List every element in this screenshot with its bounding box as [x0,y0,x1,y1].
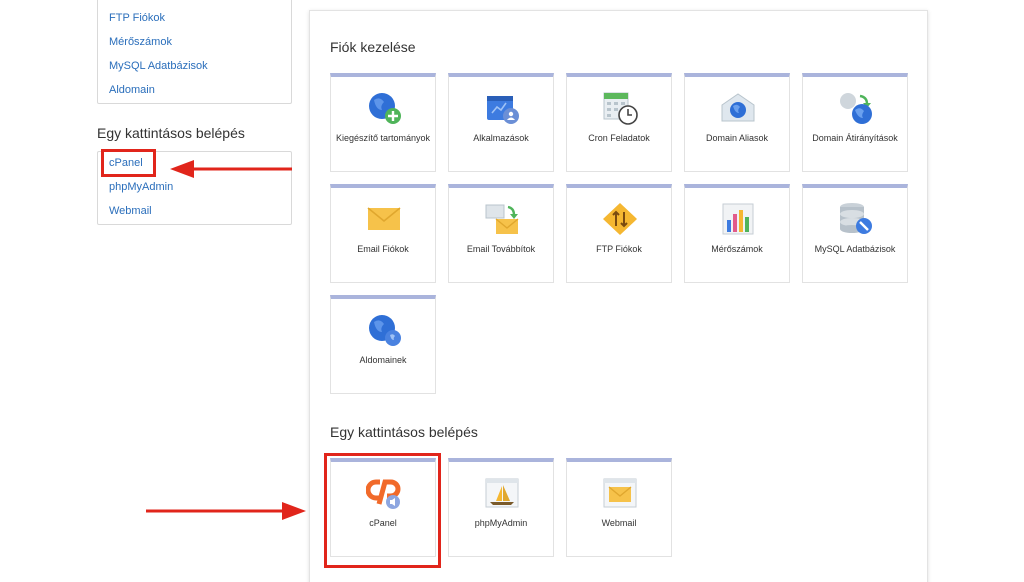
tile-domain-redirects[interactable]: Domain Átirányítások [802,73,908,172]
domain-redirect-icon [840,93,872,124]
tile-label: Kiegészítő tartományok [335,133,431,143]
tile-label: phpMyAdmin [474,518,528,528]
sidebar-link-ftp[interactable]: FTP Fiókok [109,12,165,24]
arrow-left-icon [170,160,292,178]
account-section-title: Fiók kezelése [330,39,416,55]
sidebar-link-webmail[interactable]: Webmail [109,205,152,217]
sidebar-links-box: FTP Fiókok Mérőszámok MySQL Adatbázisok … [97,0,292,104]
tile-metrics[interactable]: Mérőszámok [684,184,790,283]
ftp-icon [603,203,637,235]
login-section-title: Egy kattintásos belépés [330,424,478,440]
database-icon [840,203,872,234]
tile-webmail[interactable]: Webmail [566,458,672,557]
sidebar-link-mysql[interactable]: MySQL Adatbázisok [109,60,208,72]
tile-domain-aliases[interactable]: Domain Aliasok [684,73,790,172]
subdomain-globe-icon [369,315,401,346]
highlight-sidebar-cpanel [101,149,156,177]
highlight-cpanel-tile [324,453,441,568]
tile-label: Cron Feladatok [588,133,650,143]
tile-addon-domains[interactable]: Kiegészítő tartományok [330,73,436,172]
tile-cron-jobs[interactable]: Cron Feladatok [566,73,672,172]
tile-label: Webmail [601,518,637,528]
tile-email-accounts[interactable]: Email Fiókok [330,184,436,283]
phpmyadmin-icon [485,478,519,508]
tile-subdomains[interactable]: Aldomainek [330,295,436,394]
sidebar-link-metrics[interactable]: Mérőszámok [109,36,172,48]
globe-plus-icon [369,93,401,124]
tile-ftp-accounts[interactable]: FTP Fiókok [566,184,672,283]
domain-alias-icon [721,93,755,122]
tile-label: Email Továbbítok [466,244,536,254]
tile-label: Email Fiókok [357,244,409,254]
tile-applications[interactable]: Alkalmazások [448,73,554,172]
sidebar-login-heading: Egy kattintásos belépés [97,125,245,141]
arrow-right-icon [146,502,306,520]
email-forward-icon [485,204,519,234]
applications-icon [487,96,519,124]
tile-phpmyadmin[interactable]: phpMyAdmin [448,458,554,557]
sidebar-link-aldomain[interactable]: Aldomain [109,84,155,96]
tile-label: Domain Átirányítások [812,133,898,143]
envelope-icon [367,207,401,230]
tile-label: FTP Fiókok [596,244,642,254]
sidebar-link-phpmyadmin[interactable]: phpMyAdmin [109,181,173,193]
tile-label: Mérőszámok [711,244,763,254]
tile-mysql-databases[interactable]: MySQL Adatbázisok [802,184,908,283]
tile-label: MySQL Adatbázisok [814,244,896,254]
tile-label: Aldomainek [359,355,407,365]
webmail-icon [603,478,637,508]
tile-label: Alkalmazások [473,133,529,143]
metrics-icon [722,203,754,235]
calendar-clock-icon [603,92,638,125]
tile-label: Domain Aliasok [705,133,769,143]
tile-email-forwarders[interactable]: Email Továbbítok [448,184,554,283]
